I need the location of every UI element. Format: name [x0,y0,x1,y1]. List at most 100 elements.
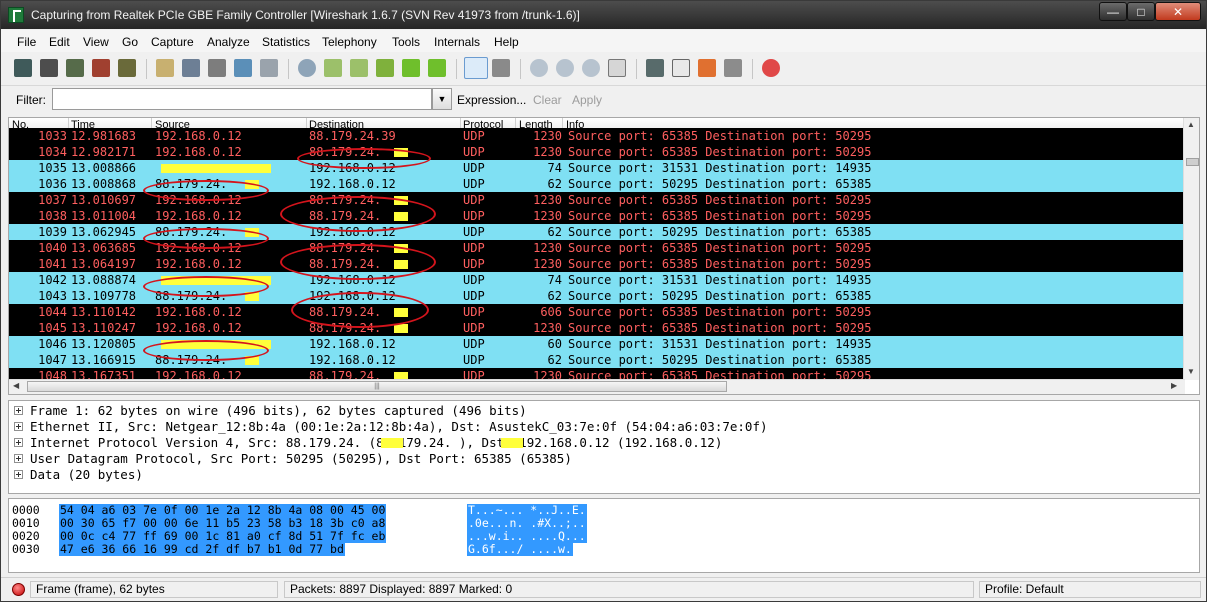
packet-row[interactable]: 1046 13.120805 192.168.0.12 UDP 60 Source por… [9,336,1185,352]
help-icon[interactable] [762,59,780,77]
menu-telephony[interactable]: Telephony [322,35,377,49]
packet-list-vertical-scrollbar[interactable]: ▲ ▼ [1183,118,1199,380]
packet-cell-no: 1046 [38,337,67,351]
expand-icon[interactable] [14,438,23,447]
packet-row[interactable]: 1038 13.011004 192.168.0.12 88.179.24. UDP 12… [9,208,1185,224]
expression-button[interactable]: Expression... [457,93,526,107]
detail-ethernet[interactable]: Ethernet II, Src: Netgear_12:8b:4a (00:1… [9,419,1199,435]
filter-history-dropdown[interactable]: ▼ [432,88,452,110]
menu-analyze[interactable]: Analyze [207,35,250,49]
packet-row[interactable]: 1043 13.109778 88.179.24. 192.168.0.12 UDP 62… [9,288,1185,304]
maximize-button[interactable]: □ [1127,2,1155,21]
detail-ip[interactable]: Internet Protocol Version 4, Src: 88.179… [9,435,1199,451]
packet-cell-proto: UDP [463,337,485,351]
menu-go[interactable]: Go [122,35,138,49]
find-packet-icon[interactable] [298,59,316,77]
close-file-icon[interactable] [208,59,226,77]
zoom-in-icon[interactable] [530,59,548,77]
menu-view[interactable]: View [83,35,109,49]
capture-filters-icon[interactable] [646,59,664,77]
go-back-icon[interactable] [324,59,342,77]
packet-cell-no: 1047 [38,353,67,367]
packet-row[interactable]: 1045 13.110247 192.168.0.12 88.179.24. UDP 12… [9,320,1185,336]
packet-row[interactable]: 1034 12.982171 192.168.0.12 88.179.24. UDP 12… [9,144,1185,160]
go-last-icon[interactable] [428,59,446,77]
restart-capture-icon[interactable] [118,59,136,77]
close-button[interactable]: ✕ [1155,2,1201,21]
filter-input[interactable] [52,88,432,110]
scrollbar-thumb[interactable]: ||| [27,381,727,392]
packet-row[interactable]: 1040 13.063685 192.168.0.12 88.179.24. UDP 12… [9,240,1185,256]
packet-row[interactable]: 1042 13.088874 192.168.0.12 UDP 74 Source por… [9,272,1185,288]
packet-row[interactable]: 1047 13.166915 88.179.24. 192.168.0.12 UDP 62… [9,352,1185,368]
status-profile[interactable]: Profile: Default [979,581,1201,598]
packet-row[interactable]: 1037 13.010697 192.168.0.12 88.179.24. UDP 12… [9,192,1185,208]
scroll-left-icon[interactable]: ◀ [13,381,19,390]
save-file-icon[interactable] [182,59,200,77]
menu-edit[interactable]: Edit [49,35,70,49]
title-bar[interactable]: Capturing from Realtek PCIe GBE Family C… [1,1,1206,29]
clear-button[interactable]: Clear [533,93,562,107]
coloring-rules-icon[interactable] [698,59,716,77]
menu-help[interactable]: Help [494,35,519,49]
detail-data[interactable]: Data (20 bytes) [9,467,1199,483]
wireshark-window: Capturing from Realtek PCIe GBE Family C… [0,0,1207,602]
apply-button[interactable]: Apply [572,93,602,107]
capture-options-icon[interactable] [40,59,58,77]
expand-icon[interactable] [14,406,23,415]
packet-row[interactable]: 1036 13.008868 88.179.24. 192.168.0.12 UDP 62… [9,176,1185,192]
expand-icon[interactable] [14,454,23,463]
packet-row[interactable]: 1039 13.062945 88.179.24. 192.168.0.12 UDP 62… [9,224,1185,240]
reload-icon[interactable] [234,59,252,77]
packet-cell-proto: UDP [463,225,485,239]
print-icon[interactable] [260,59,278,77]
packet-row[interactable]: 1033 12.981683 192.168.0.12 88.179.24.39 UDP… [9,128,1185,144]
menu-file[interactable]: File [17,35,36,49]
expand-icon[interactable] [14,470,23,479]
stop-capture-icon[interactable] [92,59,110,77]
redaction-mark [245,180,259,189]
scroll-up-icon[interactable]: ▲ [1187,120,1195,129]
resize-columns-icon[interactable] [608,59,626,77]
open-file-icon[interactable] [156,59,174,77]
start-capture-icon[interactable] [66,59,84,77]
go-first-icon[interactable] [402,59,420,77]
toolbar-separator [752,59,753,79]
interface-list-icon[interactable] [14,59,32,77]
scroll-right-icon[interactable]: ▶ [1171,381,1177,390]
scrollbar-thumb[interactable] [1186,158,1199,166]
menu-statistics[interactable]: Statistics [262,35,310,49]
go-forward-icon[interactable] [350,59,368,77]
packet-cell-len: 1230 [533,129,562,143]
detail-udp[interactable]: User Datagram Protocol, Src Port: 50295 … [9,451,1199,467]
packet-list-horizontal-scrollbar[interactable]: ◀ ||| ▶ [9,379,1185,394]
packet-cell-src: 192.168.0.12 [155,129,242,143]
menu-tools[interactable]: Tools [392,35,420,49]
zoom-normal-icon[interactable] [582,59,600,77]
colorize-icon[interactable] [464,57,488,79]
display-filters-icon[interactable] [672,59,690,77]
go-to-packet-icon[interactable] [376,59,394,77]
packet-details-pane[interactable]: Frame 1: 62 bytes on wire (496 bits), 62… [8,400,1200,494]
packet-row[interactable]: 1044 13.110142 192.168.0.12 88.179.24. UDP 60… [9,304,1185,320]
packet-list[interactable]: No. Time Source Destination Protocol Len… [8,117,1200,395]
packet-row[interactable]: 1041 13.064197 192.168.0.12 88.179.24. UDP 12… [9,256,1185,272]
packet-cell-src: 192.168.0.12 [155,241,242,255]
expand-icon[interactable] [14,422,23,431]
packet-row[interactable]: 1035 13.008866 192.168.0.12 UDP 74 Source por… [9,160,1185,176]
preferences-icon[interactable] [724,59,742,77]
hex-line[interactable]: 0030 47 e6 36 66 16 99 cd 2f df b7 b1 0d … [9,543,1199,556]
redaction-mark [394,196,408,205]
autoscroll-icon[interactable] [492,59,510,77]
packet-cell-time: 12.982171 [71,145,137,159]
packet-bytes-pane[interactable]: 0000 54 04 a6 03 7e 0f 00 1e 2a 12 8b 4a … [8,498,1200,573]
zoom-out-icon[interactable] [556,59,574,77]
packet-cell-len: 62 [547,225,562,239]
expert-info-icon[interactable] [12,583,25,596]
minimize-button[interactable]: — [1099,2,1127,21]
scroll-down-icon[interactable]: ▼ [1187,367,1195,376]
menu-internals[interactable]: Internals [434,35,480,49]
detail-frame[interactable]: Frame 1: 62 bytes on wire (496 bits), 62… [9,403,1199,419]
menu-capture[interactable]: Capture [151,35,194,49]
toolbar-separator [456,59,457,79]
